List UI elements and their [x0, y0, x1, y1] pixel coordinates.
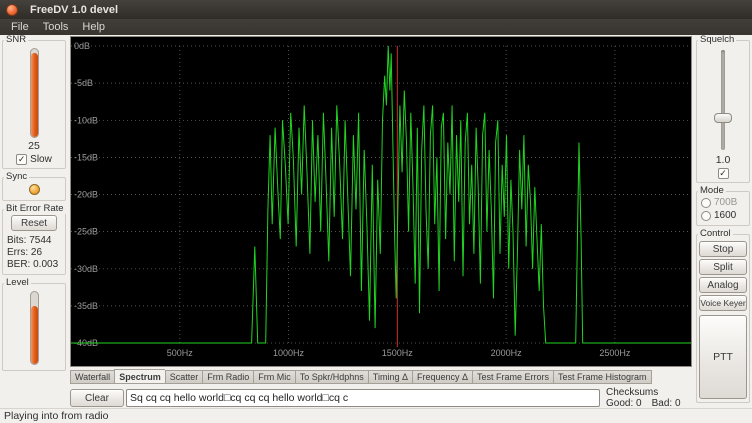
svg-text:-35dB: -35dB	[74, 301, 98, 311]
radio-icon	[701, 198, 711, 208]
checksums-bad: Bad: 0	[652, 398, 681, 409]
ber-value: BER: 0.003	[5, 259, 63, 271]
stop-button[interactable]: Stop	[699, 241, 747, 257]
tab-test-frame-errors[interactable]: Test Frame Errors	[472, 370, 553, 384]
squelch-slider[interactable]	[699, 47, 747, 153]
squelch-slider-track	[721, 50, 725, 150]
menubar: File Tools Help	[0, 19, 752, 35]
squelch-slider-handle[interactable]	[714, 113, 732, 123]
titlebar: FreeDV 1.0 devel	[0, 0, 752, 19]
squelch-group: Squelch 1.0 ✓	[696, 40, 750, 183]
snr-group: SNR 25 ✓ Slow	[2, 40, 66, 169]
tab-to-spkr[interactable]: To Spkr/Hdphns	[295, 370, 368, 384]
level-gauge	[30, 291, 39, 365]
control-group: Control Stop Split Analog Voice Keyer PT…	[696, 234, 750, 403]
status-text: Playing into from radio	[4, 410, 108, 422]
mode-700b-label: 700B	[714, 197, 737, 208]
statusbar: Playing into from radio	[0, 408, 752, 423]
snr-gauge-fill	[31, 53, 38, 137]
tab-frm-mic[interactable]: Frm Mic	[253, 370, 295, 384]
mode-group: Mode 700B 1600	[696, 191, 750, 226]
analog-button[interactable]: Analog	[699, 277, 747, 293]
freedv-window: FreeDV 1.0 devel File Tools Help SNR 25 …	[0, 0, 752, 423]
slow-checkbox[interactable]: ✓	[16, 154, 27, 165]
checksums-good: Good: 0	[606, 398, 642, 409]
level-label: Level	[4, 278, 31, 288]
tab-frequency[interactable]: Frequency Δ	[412, 370, 472, 384]
svg-text:500Hz: 500Hz	[167, 348, 194, 358]
squelch-checkbox[interactable]: ✓	[718, 168, 729, 179]
sync-label: Sync	[4, 172, 29, 182]
squelch-value: 1.0	[699, 154, 747, 166]
spectrum-canvas[interactable]: 0dB-5dB-10dB-15dB-20dB-25dB-30dB-35dB-40…	[71, 37, 691, 366]
mode-radio-1600[interactable]: 1600	[699, 209, 747, 222]
reset-button[interactable]: Reset	[11, 215, 57, 231]
control-label: Control	[698, 229, 733, 239]
message-input[interactable]	[126, 389, 600, 407]
split-button[interactable]: Split	[699, 259, 747, 275]
ber-label: Bit Error Rate	[4, 204, 66, 214]
tab-frm-radio[interactable]: Frm Radio	[202, 370, 253, 384]
errs-value: Errs: 26	[5, 247, 63, 259]
snr-value: 25	[5, 140, 63, 152]
voice-keyer-button[interactable]: Voice Keyer	[699, 295, 747, 311]
left-panel: SNR 25 ✓ Slow Sync Bit Error Rate Reset …	[2, 40, 66, 371]
menu-file[interactable]: File	[4, 21, 36, 33]
svg-text:-20dB: -20dB	[74, 190, 98, 200]
bottom-bar: Clear Checksums Good: 0 Bad: 0	[70, 388, 696, 408]
svg-text:1000Hz: 1000Hz	[273, 348, 305, 358]
snr-gauge	[30, 48, 39, 138]
close-icon[interactable]	[6, 4, 18, 16]
tab-waterfall[interactable]: Waterfall	[70, 370, 114, 384]
svg-text:2500Hz: 2500Hz	[599, 348, 631, 358]
checksums-panel: Checksums Good: 0 Bad: 0	[600, 388, 696, 409]
spectrum-plot[interactable]: 0dB-5dB-10dB-15dB-20dB-25dB-30dB-35dB-40…	[70, 36, 692, 367]
svg-text:-5dB: -5dB	[74, 78, 93, 88]
slow-label: Slow	[30, 154, 52, 165]
menu-tools[interactable]: Tools	[36, 21, 76, 33]
mode-radio-700b[interactable]: 700B	[699, 196, 747, 209]
menu-help[interactable]: Help	[75, 21, 112, 33]
svg-text:-25dB: -25dB	[74, 227, 98, 237]
sync-group: Sync	[2, 177, 66, 201]
svg-text:-15dB: -15dB	[74, 152, 98, 162]
tab-timing[interactable]: Timing Δ	[368, 370, 412, 384]
checksums-label: Checksums	[606, 388, 696, 398]
ber-group: Bit Error Rate Reset Bits: 7544 Errs: 26…	[2, 209, 66, 275]
ptt-button[interactable]: PTT	[699, 315, 747, 399]
svg-text:-10dB: -10dB	[74, 115, 98, 125]
window-title: FreeDV 1.0 devel	[30, 4, 118, 16]
plot-tabs: Waterfall Spectrum Scatter Frm Radio Frm…	[70, 369, 696, 384]
radio-icon	[701, 211, 711, 221]
level-group: Level	[2, 283, 66, 371]
tab-scatter[interactable]: Scatter	[165, 370, 203, 384]
clear-button[interactable]: Clear	[70, 389, 124, 407]
svg-text:-30dB: -30dB	[74, 264, 98, 274]
tab-spectrum[interactable]: Spectrum	[114, 369, 165, 384]
svg-text:0dB: 0dB	[74, 41, 90, 51]
bits-value: Bits: 7544	[5, 235, 63, 247]
sync-led-icon	[29, 184, 40, 195]
mode-1600-label: 1600	[714, 210, 736, 221]
tab-test-frame-histogram[interactable]: Test Frame Histogram	[553, 370, 652, 384]
mode-label: Mode	[698, 186, 726, 196]
level-gauge-fill	[31, 306, 38, 364]
snr-label: SNR	[4, 35, 28, 45]
svg-text:1500Hz: 1500Hz	[382, 348, 414, 358]
right-panel: Squelch 1.0 ✓ Mode 700B 1600 Control S	[696, 40, 750, 403]
squelch-label: Squelch	[698, 35, 736, 45]
svg-text:2000Hz: 2000Hz	[491, 348, 523, 358]
